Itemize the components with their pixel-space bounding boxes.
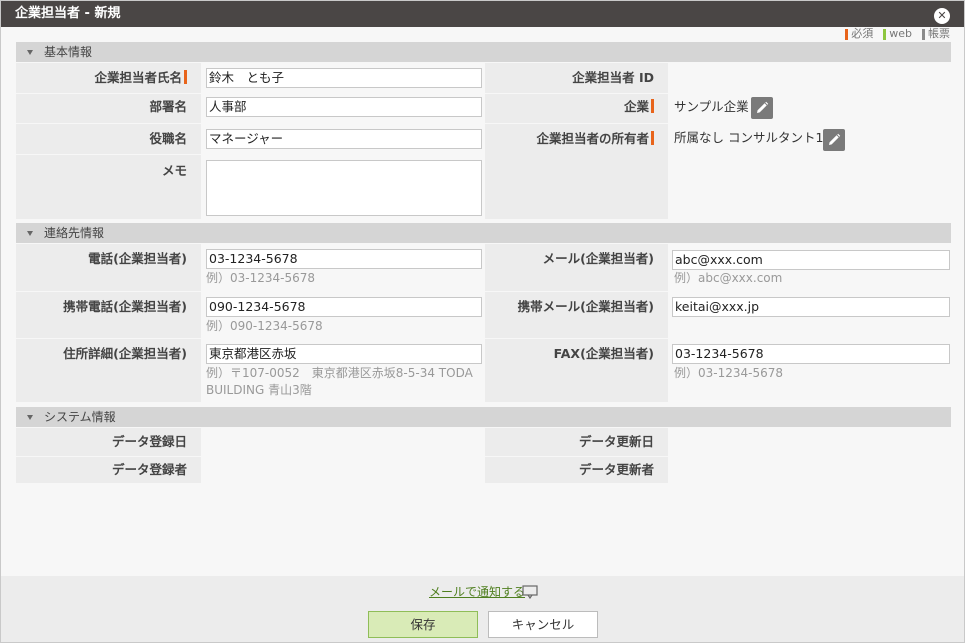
section-system-header[interactable]: システム情報 <box>16 407 951 427</box>
address-hint-line2: BUILDING 青山3階 <box>206 383 312 397</box>
phone-hint: 例）03-1234-5678 <box>206 271 316 285</box>
company-label: 企業 <box>485 98 668 116</box>
mail-hint: 例）abc@xxx.com <box>674 271 783 285</box>
memo-label: メモ <box>16 162 201 180</box>
dialog-title: 企業担当者 - 新規 <box>1 1 964 27</box>
collapse-triangle-icon <box>27 415 33 420</box>
id-label: 企業担当者 ID <box>485 69 668 87</box>
dept-label: 部署名 <box>16 98 201 116</box>
row-divider <box>485 456 668 457</box>
monitor-icon[interactable] <box>522 585 538 599</box>
notify-by-mail-link[interactable]: メールで通知する <box>429 583 525 600</box>
phone-input[interactable]: 03-1234-5678 <box>206 249 482 269</box>
company-value: サンプル企業 <box>674 99 749 114</box>
close-icon[interactable]: ✕ <box>934 8 950 24</box>
row-divider <box>16 123 201 124</box>
web-mark-icon <box>883 28 887 40</box>
address-hint-line1: 例）〒107-0052 東京都港区赤坂8-5-34 TODA <box>206 366 473 380</box>
row-divider <box>485 338 668 339</box>
fax-input[interactable]: 03-1234-5678 <box>672 344 950 364</box>
collapse-triangle-icon <box>27 231 33 236</box>
fax-hint: 例）03-1234-5678 <box>674 366 784 380</box>
required-mark-icon <box>845 28 849 40</box>
section-basic-header[interactable]: 基本情報 <box>16 42 951 62</box>
mail-label: メール(企業担当者) <box>485 250 668 268</box>
section-contact-header[interactable]: 連絡先情報 <box>16 223 951 243</box>
legend-web: web <box>883 28 912 40</box>
company-edit-button[interactable] <box>751 97 773 119</box>
memo-textarea[interactable] <box>206 160 482 216</box>
created-date-label: データ登録日 <box>16 433 201 451</box>
legend-required: 必須 <box>845 28 873 40</box>
pencil-icon <box>757 101 769 113</box>
mobile-hint: 例）090-1234-5678 <box>206 319 323 333</box>
phone-label: 電話(企業担当者) <box>16 250 201 268</box>
row-divider <box>16 338 201 339</box>
owner-label: 企業担当者の所有者 <box>485 130 668 148</box>
mobile-mail-input[interactable]: keitai@xxx.jp <box>672 297 950 317</box>
dept-input[interactable]: 人事部 <box>206 97 482 117</box>
row-divider <box>16 154 201 155</box>
title-input[interactable]: マネージャー <box>206 129 482 149</box>
cancel-button[interactable]: キャンセル <box>488 611 598 638</box>
name-input[interactable]: 鈴木 とも子 <box>206 68 482 88</box>
field-legend: 必須 web 帳票 <box>845 28 950 40</box>
mobile-input[interactable]: 090-1234-5678 <box>206 297 482 317</box>
row-divider <box>16 456 201 457</box>
address-label: 住所詳細(企業担当者) <box>16 345 201 363</box>
fax-label: FAX(企業担当者) <box>485 345 668 363</box>
row-divider <box>485 93 668 94</box>
address-input[interactable]: 東京都港区赤坂 <box>206 344 482 364</box>
report-mark-icon <box>922 28 925 40</box>
mobile-mail-label: 携帯メール(企業担当者) <box>485 298 668 316</box>
title-label: 役職名 <box>16 130 201 148</box>
name-label: 企業担当者氏名 <box>16 69 201 87</box>
collapse-triangle-icon <box>27 50 33 55</box>
row-divider <box>485 291 668 292</box>
owner-edit-button[interactable] <box>823 129 845 151</box>
row-divider <box>485 123 668 124</box>
required-mark-icon <box>651 131 654 145</box>
pencil-icon <box>829 133 841 145</box>
updated-date-label: データ更新日 <box>485 433 668 451</box>
required-mark-icon <box>184 70 187 84</box>
save-button[interactable]: 保存 <box>368 611 478 638</box>
mail-input[interactable]: abc@xxx.com <box>672 250 950 270</box>
row-divider <box>16 291 201 292</box>
updated-by-label: データ更新者 <box>485 461 668 479</box>
created-by-label: データ登録者 <box>16 461 201 479</box>
legend-report: 帳票 <box>922 28 950 40</box>
dialog: 企業担当者 - 新規 ✕ 必須 web 帳票 基本情報 企業担当者氏名 鈴木 と… <box>0 0 965 643</box>
required-mark-icon <box>651 99 654 113</box>
owner-value: 所属なし コンサルタント1 <box>674 130 824 145</box>
row-divider <box>16 93 201 94</box>
mobile-label: 携帯電話(企業担当者) <box>16 298 201 316</box>
